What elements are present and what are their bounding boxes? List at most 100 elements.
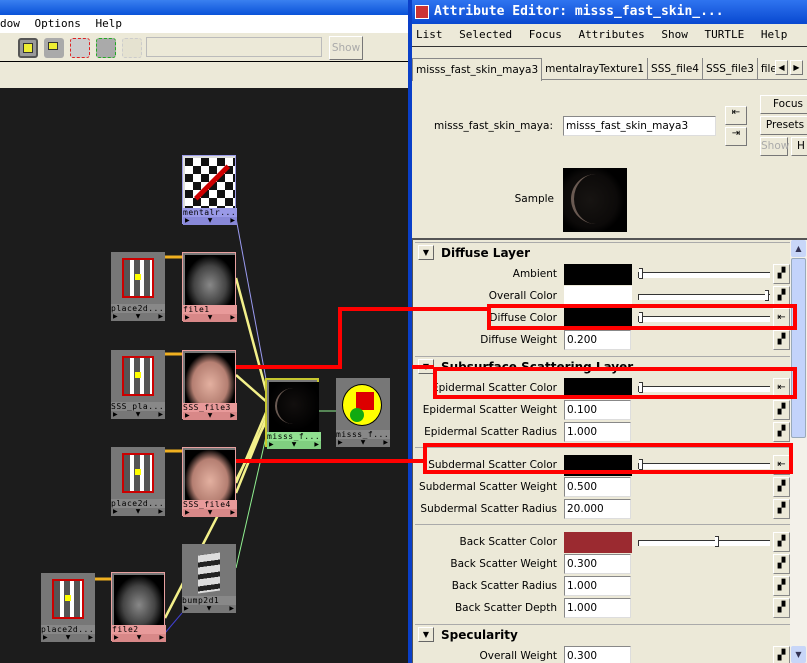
menu-selected[interactable]: Selected xyxy=(459,28,512,41)
node-bump2d1[interactable]: bump2d1 ▶ ▼ ▶ xyxy=(182,544,236,613)
tab-scroll-right-icon[interactable]: ▶ xyxy=(790,60,803,75)
overall-weight-map-button[interactable]: ▞ xyxy=(773,646,790,663)
collapse-arrow-icon[interactable]: ▼ xyxy=(418,627,434,642)
expand-node-icon[interactable]: ▼ xyxy=(208,217,213,225)
back-scatter-color-swatch[interactable] xyxy=(564,532,632,553)
show-button[interactable]: Show xyxy=(760,137,789,156)
output-port-icon[interactable]: ▶ xyxy=(88,634,93,642)
output-port-icon[interactable]: ▶ xyxy=(314,441,319,449)
input-port-icon[interactable]: ▶ xyxy=(185,412,190,420)
menu-turtle[interactable]: TURTLE xyxy=(704,28,744,41)
expand-node-icon[interactable]: ▼ xyxy=(208,509,213,517)
expand-node-icon[interactable]: ▼ xyxy=(208,412,213,420)
overall-color-slider[interactable] xyxy=(638,290,770,301)
menu-attributes[interactable]: Attributes xyxy=(578,28,644,41)
tab-sss-file4[interactable]: SSS_file4 xyxy=(648,58,703,80)
epidermal-scatter-radius-map-button[interactable]: ▞ xyxy=(773,422,790,442)
vertical-scrollbar[interactable]: ▲ ▼ xyxy=(790,240,807,663)
scrollbar-thumb[interactable] xyxy=(791,258,806,438)
collapse-arrow-icon[interactable]: ▼ xyxy=(418,359,434,374)
slider-thumb[interactable] xyxy=(639,459,643,470)
output-connections-icon[interactable]: ⇥ xyxy=(725,127,747,146)
node-misss-shader[interactable]: misss_f... ▶ ▼ ▶ xyxy=(265,378,321,449)
node-file1[interactable]: file1 ▶ ▼ ▶ xyxy=(182,252,237,322)
node-file2[interactable]: file2 ▶ ▼ ▶ xyxy=(111,572,166,642)
subdermal-scatter-radius-field[interactable]: 20.000 xyxy=(564,499,631,519)
input-port-icon[interactable]: ▶ xyxy=(113,313,118,321)
focus-button[interactable]: Focus xyxy=(760,95,807,114)
graph-input-output-icon[interactable] xyxy=(18,38,38,58)
output-port-icon[interactable]: ▶ xyxy=(159,634,164,642)
menu-help[interactable]: Help xyxy=(95,17,122,30)
overall-weight-field[interactable]: 0.300 xyxy=(564,646,631,663)
subdermal-scatter-weight-field[interactable]: 0.500 xyxy=(564,477,631,497)
input-port-icon[interactable]: ▶ xyxy=(113,411,118,419)
node-place2d-1[interactable]: place2d... ▶ ▼ ▶ xyxy=(111,252,165,321)
expand-node-icon[interactable]: ▼ xyxy=(207,605,212,613)
epidermal-scatter-color-map-button[interactable]: ⇤ xyxy=(773,378,790,398)
menu-options[interactable]: Options xyxy=(35,17,81,30)
node-graph[interactable]: mentalr... ▶ ▼ ▶ place2d... ▶ ▼ ▶ file1 ▶ ▼ ▶ SSS_pl… xyxy=(0,88,408,663)
tab-mentalraytexture1[interactable]: mentalrayTexture1 xyxy=(542,58,649,80)
input-port-icon[interactable]: ▶ xyxy=(184,605,189,613)
input-port-icon[interactable]: ▶ xyxy=(185,217,190,225)
scroll-down-icon[interactable]: ▼ xyxy=(791,646,806,663)
diffuse-color-slider[interactable] xyxy=(638,312,770,323)
node-sss-file4[interactable]: SSS_file4 ▶ ▼ ▶ xyxy=(182,447,237,517)
input-port-icon[interactable]: ▶ xyxy=(113,508,118,516)
back-scatter-weight-map-button[interactable]: ▞ xyxy=(773,554,790,574)
expand-icon[interactable] xyxy=(96,38,116,58)
overall-color-map-button[interactable]: ▞ xyxy=(773,286,790,306)
diffuse-color-swatch[interactable] xyxy=(564,308,632,329)
epidermal-scatter-color-swatch[interactable] xyxy=(564,378,632,399)
slider-thumb[interactable] xyxy=(714,536,719,547)
epidermal-scatter-weight-field[interactable]: 0.100 xyxy=(564,400,631,420)
menu-window[interactable]: dow xyxy=(0,17,20,30)
subdermal-scatter-color-slider[interactable] xyxy=(638,459,770,470)
back-scatter-depth-map-button[interactable]: ▞ xyxy=(773,598,790,618)
expand-node-icon[interactable]: ▼ xyxy=(136,313,141,321)
subdermal-scatter-color-swatch[interactable] xyxy=(564,455,632,476)
output-port-icon[interactable]: ▶ xyxy=(158,313,163,321)
diffuse-color-map-button[interactable]: ⇤ xyxy=(773,308,790,328)
scroll-up-icon[interactable]: ▲ xyxy=(791,240,806,257)
section-header-specularity[interactable]: ▼ Specularity xyxy=(415,624,791,644)
output-port-icon[interactable]: ▶ xyxy=(229,605,234,613)
input-port-icon[interactable]: ▶ xyxy=(269,441,274,449)
input-port-icon[interactable]: ▶ xyxy=(43,634,48,642)
expand-node-icon[interactable]: ▼ xyxy=(292,441,297,449)
subdermal-scatter-radius-map-button[interactable]: ▞ xyxy=(773,499,790,519)
input-port-icon[interactable]: ▶ xyxy=(114,634,119,642)
output-port-icon[interactable]: ▶ xyxy=(230,217,235,225)
menu-show[interactable]: Show xyxy=(661,28,688,41)
menu-focus[interactable]: Focus xyxy=(529,28,562,41)
output-port-icon[interactable]: ▶ xyxy=(230,314,235,322)
slider-thumb[interactable] xyxy=(765,290,769,301)
epidermal-scatter-weight-map-button[interactable]: ▞ xyxy=(773,400,790,420)
output-port-icon[interactable]: ▶ xyxy=(383,439,388,447)
section-header-subsurface-scattering-layer[interactable]: ▼ Subsurface Scattering Layer xyxy=(415,356,791,376)
show-button[interactable]: Show xyxy=(329,36,363,60)
input-connections-icon[interactable]: ⇤ xyxy=(725,106,747,125)
node-misss-sg[interactable]: misss_f... ▶ ▼ ▶ xyxy=(336,378,390,447)
ambient-swatch[interactable] xyxy=(564,264,632,285)
slider-thumb[interactable] xyxy=(639,382,643,393)
back-scatter-weight-field[interactable]: 0.300 xyxy=(564,554,631,574)
graph-output-icon[interactable] xyxy=(44,38,64,58)
tab-scroll-left-icon[interactable]: ◀ xyxy=(775,60,788,75)
node-sss-file3[interactable]: SSS_file3 ▶ ▼ ▶ xyxy=(182,350,237,420)
input-port-icon[interactable]: ▶ xyxy=(185,509,190,517)
subdermal-scatter-color-map-button[interactable]: ⇤ xyxy=(773,455,790,475)
tab-sss-file3[interactable]: SSS_file3 xyxy=(703,58,758,80)
expand-node-icon[interactable]: ▼ xyxy=(137,634,142,642)
subdermal-scatter-weight-map-button[interactable]: ▞ xyxy=(773,477,790,497)
slider-thumb[interactable] xyxy=(639,268,643,279)
presets-button[interactable]: Presets xyxy=(760,116,807,135)
menu-list[interactable]: List xyxy=(416,28,443,41)
epidermal-scatter-color-slider[interactable] xyxy=(638,382,770,393)
overall-color-swatch[interactable] xyxy=(564,286,632,307)
node-mentalrayTexture[interactable]: mentalr... ▶ ▼ ▶ xyxy=(182,155,237,225)
node-place2d-3[interactable]: place2d... ▶ ▼ ▶ xyxy=(41,573,95,642)
ambient-map-button[interactable]: ▞ xyxy=(773,264,790,284)
node-place2d-2[interactable]: place2d... ▶ ▼ ▶ xyxy=(111,447,165,516)
